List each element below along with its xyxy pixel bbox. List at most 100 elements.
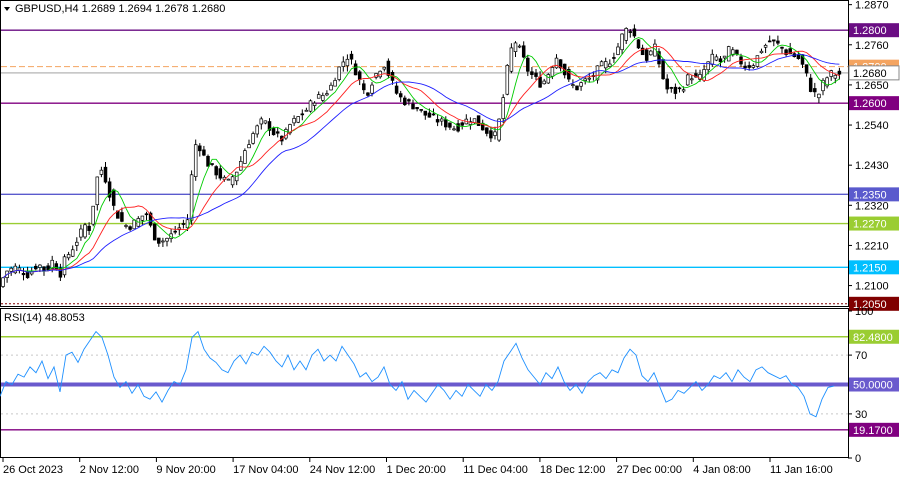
candle	[357, 70, 362, 86]
candle	[394, 81, 399, 95]
candle	[234, 171, 239, 186]
candle	[5, 270, 9, 283]
candle	[321, 92, 325, 103]
candle	[239, 156, 243, 171]
candle	[423, 110, 428, 120]
candle	[267, 118, 272, 136]
candle	[813, 82, 817, 98]
candle	[784, 48, 788, 57]
candle	[546, 73, 551, 84]
candle	[202, 145, 206, 157]
candle	[362, 79, 366, 94]
moving-average-line-1	[2, 37, 840, 279]
candle	[690, 75, 694, 84]
price-pane	[0, 0, 849, 307]
candle	[333, 77, 337, 87]
candle	[173, 226, 177, 235]
candle	[460, 121, 464, 130]
candle	[763, 43, 768, 54]
candle	[575, 85, 579, 91]
candle	[661, 58, 665, 80]
candle	[726, 45, 731, 62]
rsi-pane	[0, 308, 849, 458]
candle	[247, 139, 251, 149]
candle	[755, 55, 760, 68]
candle	[390, 70, 395, 85]
price-tick-label: 1.2650	[855, 80, 889, 92]
candle	[554, 54, 559, 69]
candle	[620, 33, 624, 55]
candle	[767, 35, 772, 43]
level-badge-1.2270: 1.2270	[849, 216, 899, 231]
candle	[669, 86, 674, 93]
candle	[608, 59, 612, 68]
svg-text:1.2680: 1.2680	[853, 68, 887, 80]
chart-svg: 1.2870 1.2760 1.2650 1.2540 1.2430 1.2320 1.22…	[0, 0, 900, 476]
candle	[99, 166, 104, 178]
candle	[161, 237, 165, 247]
candle	[316, 91, 321, 99]
candle	[382, 66, 387, 72]
candle	[403, 95, 407, 106]
price-tick-label: 1.2540	[855, 120, 889, 132]
candle	[107, 177, 112, 202]
level-badge-1.2800: 1.2800	[849, 23, 899, 38]
candle	[448, 122, 452, 130]
candle	[111, 188, 116, 211]
candle	[825, 76, 829, 89]
time-tick-label: 18 Dec 12:00	[540, 464, 605, 476]
candle	[685, 73, 690, 86]
candle	[714, 54, 719, 62]
candle	[788, 42, 792, 55]
candle	[595, 65, 600, 84]
candle	[193, 139, 198, 181]
candle	[673, 83, 678, 100]
candle	[411, 99, 415, 110]
candle	[349, 50, 354, 65]
price-tick-label: 1.2760	[855, 40, 889, 52]
candle	[124, 223, 128, 229]
candle	[821, 78, 825, 96]
candle	[476, 115, 481, 126]
candle	[772, 39, 776, 47]
candle	[489, 126, 493, 143]
candle	[804, 64, 809, 77]
svg-text:1.2350: 1.2350	[853, 189, 887, 201]
triangle-down-icon[interactable]	[4, 7, 10, 11]
candle	[398, 90, 403, 103]
candle	[325, 90, 329, 97]
candle	[95, 176, 100, 211]
rsi-header: RSI(14) 48.8053	[4, 312, 85, 324]
candle	[776, 35, 780, 46]
rsi-tick-label: 100	[855, 306, 873, 318]
candle	[558, 59, 563, 72]
candle	[181, 219, 186, 229]
candle	[255, 124, 259, 138]
candle	[210, 163, 214, 167]
svg-text:1.2150: 1.2150	[853, 262, 887, 274]
candle	[452, 125, 456, 131]
candle	[624, 27, 628, 45]
time-tick-label: 24 Nov 12:00	[310, 464, 375, 476]
candle	[70, 245, 75, 258]
candle	[612, 52, 616, 63]
candle	[567, 67, 571, 82]
candle	[677, 86, 682, 93]
price-tick-label: 1.2320	[855, 200, 889, 212]
time-tick-label: 26 Oct 2023	[3, 464, 63, 476]
rsi-line	[0, 330, 835, 418]
axes: 1.2870 1.2760 1.2650 1.2540 1.2430 1.2320 1.22…	[2, 0, 900, 476]
level-badge-1.2600: 1.2600	[849, 96, 899, 111]
candle	[308, 99, 313, 113]
candle	[751, 63, 756, 69]
candle	[530, 67, 534, 79]
candle	[17, 264, 22, 274]
candle	[34, 263, 38, 271]
svg-text:1.2800: 1.2800	[853, 25, 887, 37]
candle	[435, 114, 440, 127]
candle	[103, 162, 108, 184]
candle	[206, 154, 210, 167]
candle	[636, 39, 641, 49]
rsi-level-badge-19.1700: 19.1700	[849, 422, 899, 437]
candle	[300, 109, 305, 121]
